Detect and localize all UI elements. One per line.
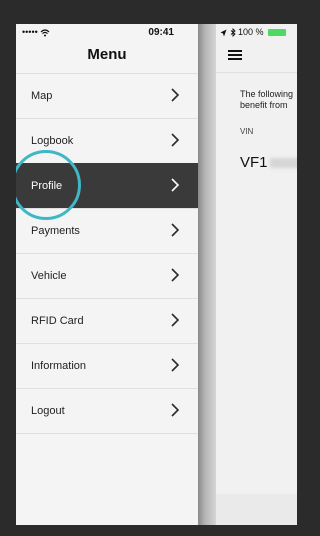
location-arrow-icon	[220, 29, 227, 37]
chevron-right-icon	[170, 402, 180, 418]
menu-empty-area	[16, 433, 198, 525]
menu-item-logbook[interactable]: Logbook	[16, 118, 198, 163]
menu-item-information[interactable]: Information	[16, 343, 198, 388]
vin-value: VF1	[240, 154, 297, 171]
header-divider	[216, 72, 297, 73]
menu-item-label: Logout	[31, 405, 65, 417]
menu-item-label: Map	[31, 90, 53, 102]
wifi-icon	[40, 29, 50, 37]
vin-label: VIN	[240, 127, 254, 136]
intro-text-line: The following	[240, 89, 294, 99]
menu-item-map[interactable]: Map	[16, 73, 198, 118]
bluetooth-icon	[230, 28, 236, 38]
menu-item-label: Vehicle	[31, 270, 67, 282]
vin-redacted	[269, 158, 297, 169]
status-time: 09:41	[148, 27, 174, 38]
side-menu: ••••• 09:41 Menu Map Logbook Profile Pay…	[16, 24, 198, 525]
vin-text: VF1	[240, 154, 268, 171]
content-panel: 100 % The following benefit from VIN VF1	[216, 24, 297, 525]
carrier-signal: •••••	[22, 27, 50, 37]
panel-shadow	[198, 24, 216, 525]
chevron-right-icon	[170, 177, 180, 193]
menu-item-label: Payments	[31, 225, 80, 237]
menu-item-label: Profile	[31, 180, 63, 192]
menu-item-logout[interactable]: Logout	[16, 388, 198, 433]
menu-item-label: RFID Card	[31, 315, 84, 327]
menu-item-vehicle[interactable]: Vehicle	[16, 253, 198, 298]
status-bar-left: ••••• 09:41	[16, 24, 198, 42]
chevron-right-icon	[170, 87, 180, 103]
intro-text: The following benefit from	[240, 89, 293, 111]
hamburger-menu-icon[interactable]	[228, 50, 242, 60]
content-footer	[216, 494, 297, 525]
menu-item-profile[interactable]: Profile	[16, 163, 198, 208]
menu-item-rfid-card[interactable]: RFID Card	[16, 298, 198, 343]
intro-text-line: benefit from	[240, 100, 288, 110]
chevron-right-icon	[170, 357, 180, 373]
menu-list: Map Logbook Profile Payments Vehicle RFI…	[16, 73, 198, 433]
chevron-right-icon	[170, 267, 180, 283]
battery-percentage: 100 %	[238, 27, 264, 37]
menu-item-payments[interactable]: Payments	[16, 208, 198, 253]
menu-item-label: Logbook	[31, 135, 74, 147]
menu-title: Menu	[87, 46, 127, 63]
signal-dots: •••••	[22, 27, 38, 37]
menu-item-label: Information	[31, 360, 87, 372]
chevron-right-icon	[170, 222, 180, 238]
status-bar-right: 100 %	[220, 27, 287, 38]
chevron-right-icon	[170, 132, 180, 148]
chevron-right-icon	[170, 312, 180, 328]
phone-screen: ••••• 09:41 Menu Map Logbook Profile Pay…	[16, 24, 297, 525]
battery-icon	[268, 29, 287, 37]
